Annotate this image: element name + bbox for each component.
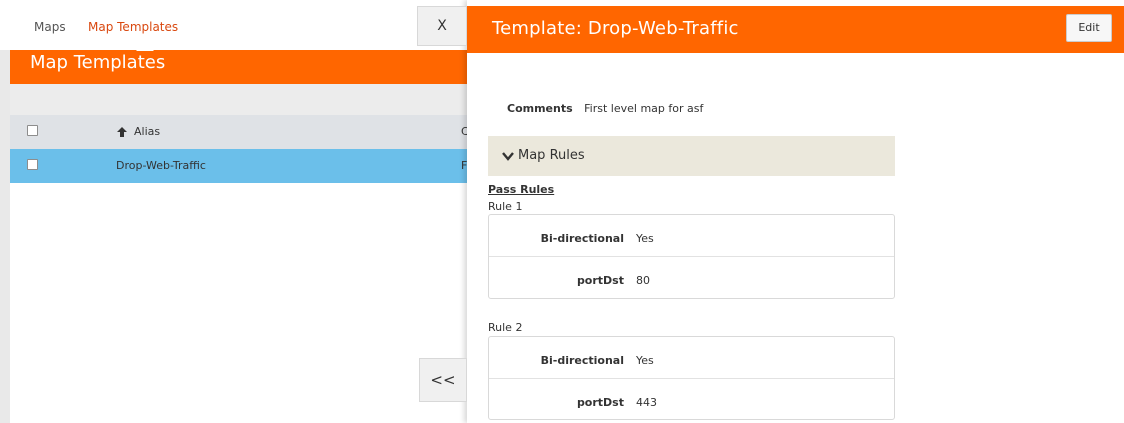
collapse-panel-button[interactable]: << (419, 358, 467, 402)
comments-label: Comments (507, 102, 573, 115)
rule-2-portdst-row: portDst 443 (489, 379, 894, 421)
portdst-value: 80 (636, 274, 650, 287)
bidirectional-key: Bi-directional (540, 232, 624, 245)
portdst-value: 443 (636, 396, 657, 409)
rule-1-card: Bi-directional Yes portDst 80 (488, 214, 895, 299)
detail-title: Template: Drop-Web-Traffic (492, 18, 739, 39)
bidirectional-key: Bi-directional (540, 354, 624, 367)
map-templates-panel: Maps Map Templates Map Templates Alias C… (0, 0, 470, 423)
arrow-up-icon[interactable] (116, 126, 128, 138)
rule-2-card: Bi-directional Yes portDst 443 (488, 336, 895, 420)
map-rules-label: Map Rules (518, 148, 585, 163)
detail-header: Template: Drop-Web-Traffic Edit (467, 6, 1124, 53)
rule-2-label: Rule 2 (488, 321, 523, 334)
portdst-key: portDst (576, 274, 624, 287)
left-banner-title: Map Templates (30, 52, 166, 73)
rule-2-bidirectional-row: Bi-directional Yes (489, 337, 894, 379)
pass-rules-heading: Pass Rules (488, 183, 555, 196)
column-header-alias[interactable]: Alias (134, 125, 160, 138)
edit-button[interactable]: Edit (1066, 14, 1112, 42)
table-header: Alias C (10, 115, 470, 149)
tab-map-templates[interactable]: Map Templates (88, 20, 178, 34)
table-row[interactable]: Drop-Web-Traffic F (10, 149, 470, 183)
active-tab-caret (136, 42, 154, 51)
row-alias: Drop-Web-Traffic (116, 159, 206, 172)
map-rules-section-toggle[interactable]: Map Rules (488, 136, 895, 176)
bidirectional-value: Yes (636, 232, 654, 245)
left-banner: Map Templates (10, 50, 470, 84)
select-all-checkbox[interactable] (27, 125, 38, 136)
rule-1-portdst-row: portDst 80 (489, 257, 894, 299)
rule-1-label: Rule 1 (488, 200, 523, 213)
tab-maps[interactable]: Maps (34, 20, 66, 34)
template-detail-panel: Template: Drop-Web-Traffic Edit Comments… (467, 0, 1124, 423)
list-toolbar (10, 84, 470, 115)
portdst-key: portDst (576, 396, 624, 409)
comments-row: Comments First level map for asf (507, 102, 703, 115)
comments-value: First level map for asf (584, 102, 704, 115)
row-checkbox[interactable] (27, 159, 38, 170)
chevron-down-icon (502, 152, 514, 161)
bidirectional-value: Yes (636, 354, 654, 367)
top-tabs: Maps Map Templates (0, 0, 470, 50)
rule-1-bidirectional-row: Bi-directional Yes (489, 215, 894, 257)
close-button[interactable]: X (417, 6, 467, 46)
